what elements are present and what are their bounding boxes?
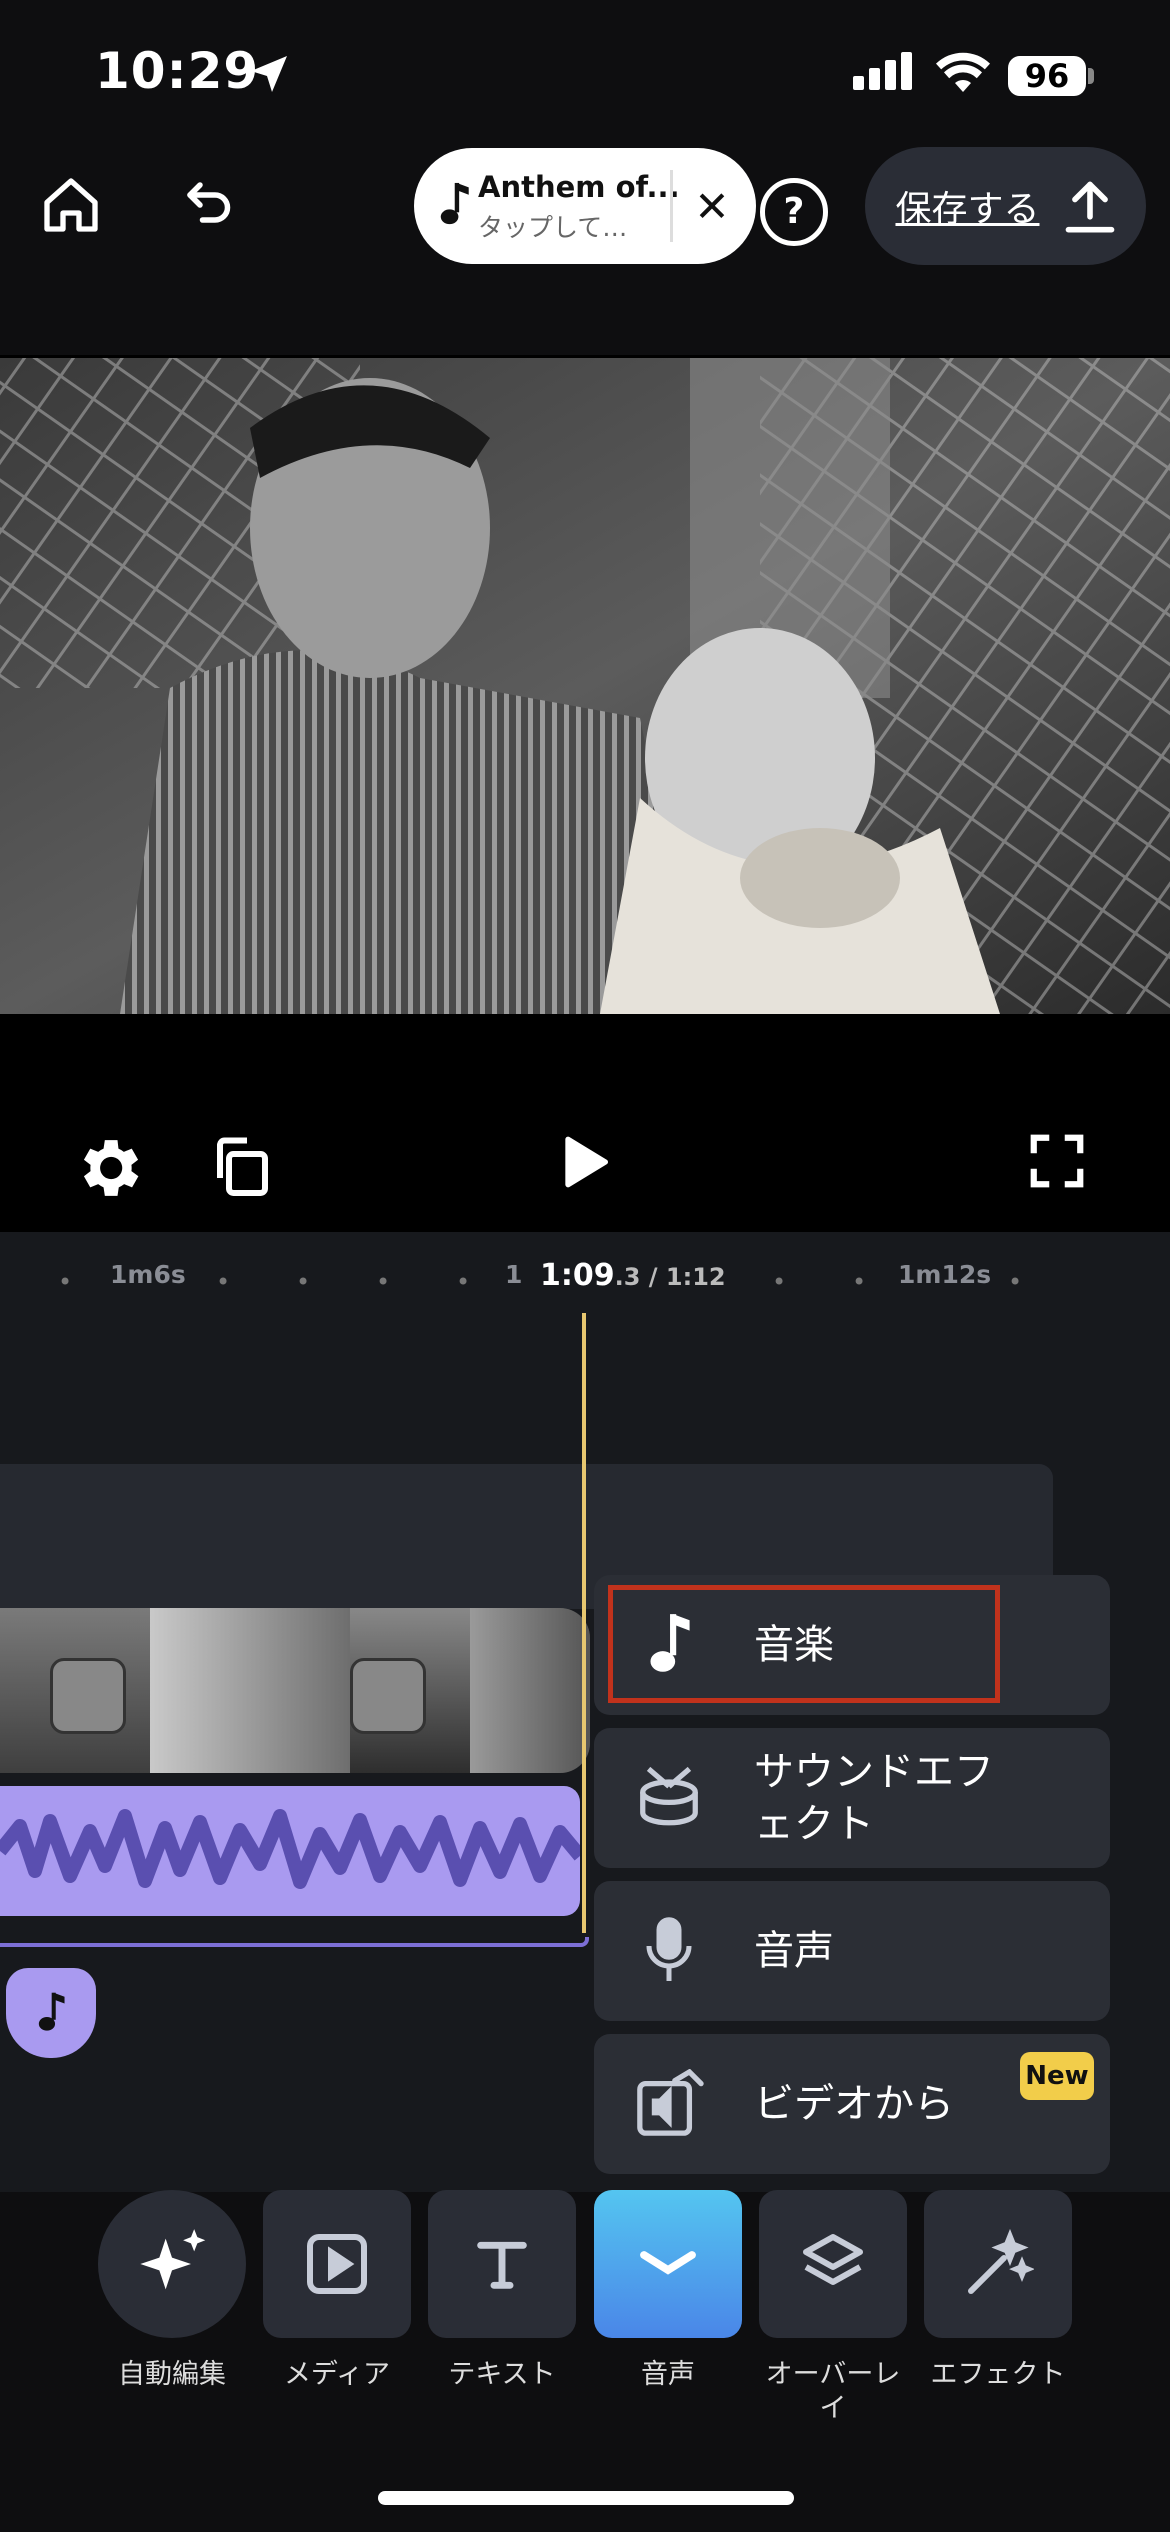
transition-icon[interactable] [350,1658,426,1734]
wifi-icon [936,52,990,92]
undo-button[interactable] [165,160,255,250]
menu-item-sound-effect[interactable]: サウンドエフェクト [594,1728,1110,1868]
current-time-total: .3 / 1:12 [614,1263,726,1291]
tool-label-overlay: オーバーレイ [765,2359,901,2424]
media-play-icon [307,2234,367,2294]
music-subtitle: タップして… [478,213,628,242]
menu-item-voice[interactable]: 音声 [594,1881,1110,2021]
home-indicator[interactable] [378,2491,794,2505]
text-icon [477,2241,527,2289]
settings-button[interactable] [70,1130,150,1210]
ruler-label-left: 1m6s [110,1260,186,1289]
music-note-icon [38,1992,65,2031]
location-arrow-icon [251,56,287,92]
music-track-badge[interactable] [6,1968,96,2058]
save-button[interactable]: 保存する [865,147,1146,265]
chevron-down-icon [640,2251,696,2275]
tool-label-audio: 音声 [641,2359,695,2390]
battery-indicator: 96 [1008,56,1086,96]
tool-label-media: メディア [283,2359,391,2390]
tool-label-text: テキスト [448,2359,556,2390]
audio-range-marker [0,1937,589,1947]
tool-text[interactable]: テキスト [428,2190,576,2392]
audio-waveform-track[interactable] [0,1786,580,1916]
save-label: 保存する [895,189,1040,230]
menu-label-from-video: ビデオから [754,2081,954,2127]
video-thumbnail [150,1608,350,1773]
microphone-icon [646,1917,692,1981]
remove-music-button[interactable]: ✕ [682,176,742,236]
copy-frame-icon [217,1137,268,1196]
current-time-main: 1:09 [540,1258,615,1293]
tool-effect[interactable]: エフェクト [924,2190,1072,2392]
magic-wand-icon [968,2228,1034,2294]
pill-divider [670,170,673,242]
audio-waveform [0,1809,580,1889]
video-preview[interactable] [0,358,1170,1014]
fullscreen-button[interactable] [1026,1130,1096,1200]
extract-audio-icon [637,2069,704,2136]
video-thumbnail [470,1608,590,1773]
fullscreen-icon [1030,1134,1084,1188]
tool-media[interactable]: メディア [263,2190,411,2392]
new-badge: New [1020,2052,1094,2100]
tool-audio[interactable]: 音声 [594,2190,742,2392]
current-music-pill[interactable]: Anthem of... タップして… ✕ [414,148,756,264]
tool-label-effect: エフェクト [930,2359,1066,2390]
ruler-label-right: 1m12s [898,1260,992,1289]
battery-tip [1088,68,1094,84]
ruler-label-mid: 1 [505,1260,523,1289]
undo-icon [187,182,231,223]
video-clip-track[interactable] [0,1608,590,1773]
home-button[interactable] [26,160,116,250]
play-button[interactable] [552,1130,622,1200]
aspect-ratio-button[interactable] [205,1130,285,1210]
music-note-icon [440,182,469,225]
layers-icon [803,2234,863,2285]
transition-icon[interactable] [50,1658,126,1734]
menu-label-voice: 音声 [754,1928,834,1974]
home-icon [44,178,98,232]
upload-icon [1065,181,1114,233]
drum-icon [640,1766,698,1826]
current-time: 1:09.3 / 1:12 [540,1258,726,1293]
tool-label-auto-edit: 自動編集 [118,2359,226,2390]
status-time: 10:29 [95,42,260,100]
playhead[interactable] [582,1313,586,1933]
selection-highlight [608,1585,1000,1703]
music-title: Anthem of... [478,170,680,204]
cellular-signal-icon [853,52,917,90]
play-icon [565,1136,608,1188]
tool-overlay[interactable]: オーバーレイ [759,2190,907,2426]
tool-auto-edit[interactable]: 自動編集 [98,2190,246,2392]
help-button[interactable]: ? [760,178,828,246]
gear-icon [83,1140,139,1196]
preview-photo [0,358,1170,1014]
menu-label-sound-effect: サウンドエフェクト [754,1749,994,1847]
sparkle-icon [140,2229,206,2290]
